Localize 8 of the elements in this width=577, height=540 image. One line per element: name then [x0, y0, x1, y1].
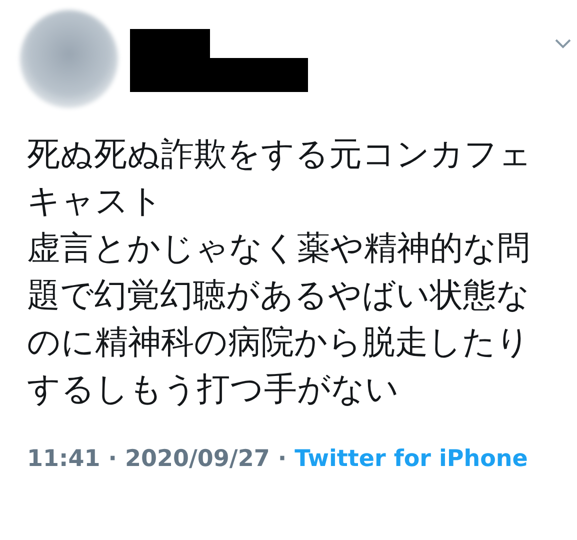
tweet-time: 11:41	[27, 446, 100, 472]
tweet-date: 2020/09/27	[125, 446, 270, 472]
source-link[interactable]: Twitter for iPhone	[294, 446, 528, 472]
separator: ·	[108, 446, 117, 472]
tweet-text: 死ぬ死ぬ詐欺をする元コンカフェキャスト	[27, 133, 533, 222]
separator: ·	[278, 446, 287, 472]
chevron-down-icon[interactable]	[554, 38, 572, 50]
tweet-text: 虚言とかじゃなく薬や精神的な問題で幻覚幻聴があるやばい状態なのに精神科の病院から脱走したりするしもう打つ手がない	[27, 227, 531, 410]
